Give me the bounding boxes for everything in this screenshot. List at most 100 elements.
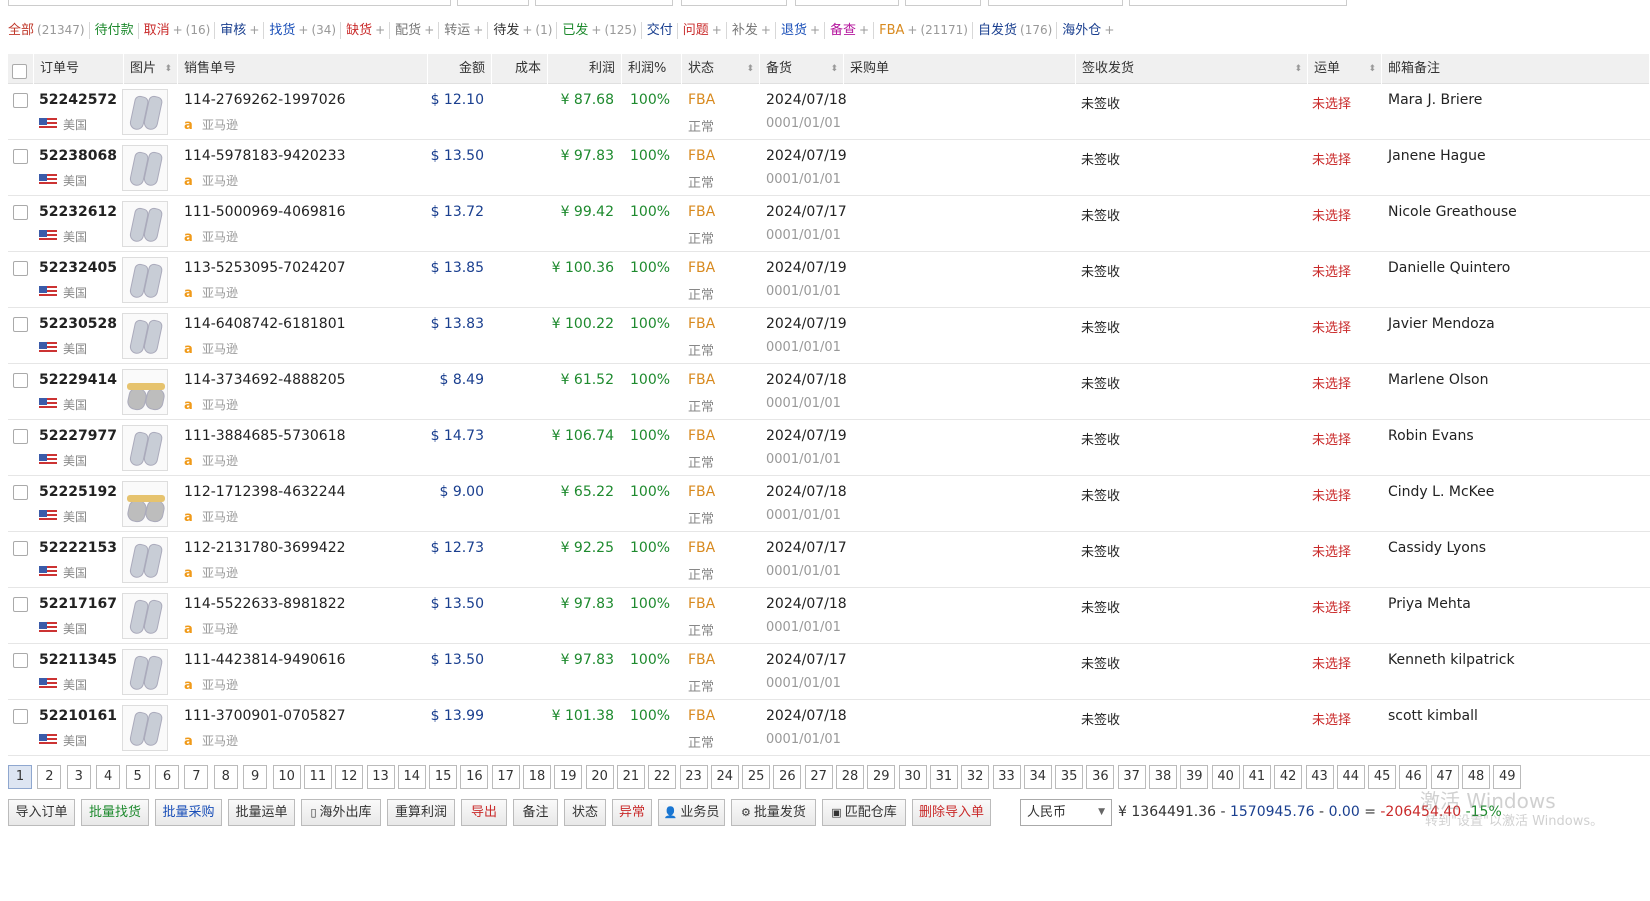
filter-tab[interactable]: 取消 + (16) (144, 22, 216, 39)
page-button[interactable]: 8 (213, 765, 238, 789)
filter-tab[interactable]: 问题 + (683, 22, 727, 39)
order-id[interactable]: 52210161 (39, 708, 117, 724)
table-row[interactable]: 52211345 美国 111-4423814-9490616 a 亚马逊 $ 13.50… (8, 644, 1650, 700)
row-checkbox[interactable] (13, 541, 28, 556)
waybill-select[interactable]: 未选择 (1312, 373, 1351, 392)
action-button[interactable]: 批量运单 (228, 799, 295, 826)
sale-number[interactable]: 112-1712398-4632244 (184, 484, 346, 500)
filter-tab[interactable]: 补发 + (732, 22, 776, 39)
filter-tab[interactable]: 自发货 (176) (978, 22, 1058, 39)
waybill-select[interactable]: 未选择 (1312, 149, 1351, 168)
action-button[interactable]: 异常 (612, 799, 652, 826)
table-row[interactable]: 52232405 美国 113-5253095-7024207 a 亚马逊 $ 13.85… (8, 252, 1650, 308)
page-button[interactable]: 10 (272, 765, 301, 789)
plus-icon[interactable]: + (712, 23, 722, 37)
filter-input-stub[interactable] (535, 0, 673, 6)
order-id[interactable]: 52232405 (39, 260, 117, 276)
order-id[interactable]: 52227977 (39, 428, 117, 444)
page-button[interactable]: 1 (8, 765, 32, 789)
table-row[interactable]: 52225192 美国 112-1712398-4632244 a 亚马逊 $ 9.00 ¥… (8, 476, 1650, 532)
page-button[interactable]: 24 (710, 765, 739, 789)
product-thumbnail[interactable] (122, 649, 168, 695)
action-button[interactable]: 备注 (513, 799, 558, 826)
col-sale-no[interactable]: 销售单号 (178, 54, 428, 84)
page-button[interactable]: 4 (96, 765, 121, 789)
col-order-id[interactable]: 订单号 (34, 54, 124, 84)
page-button[interactable]: 36 (1086, 765, 1115, 789)
waybill-select[interactable]: 未选择 (1312, 93, 1351, 112)
row-checkbox[interactable] (13, 261, 28, 276)
product-thumbnail[interactable] (122, 425, 168, 471)
page-button[interactable]: 45 (1368, 765, 1397, 789)
filter-tab[interactable]: FBA + (21171) (879, 22, 973, 39)
sale-number[interactable]: 114-6408742-6181801 (184, 316, 346, 332)
plus-icon[interactable]: + (173, 23, 183, 37)
waybill-select[interactable]: 未选择 (1312, 709, 1351, 728)
product-thumbnail[interactable] (122, 89, 168, 135)
sale-number[interactable]: 111-3884685-5730618 (184, 428, 346, 444)
action-button[interactable]: 👤 业务员 (658, 799, 725, 826)
page-button[interactable]: 23 (679, 765, 708, 789)
table-row[interactable]: 52227977 美国 111-3884685-5730618 a 亚马逊 $ 14.73… (8, 420, 1650, 476)
col-amount[interactable]: 金额 (428, 54, 492, 84)
action-button[interactable]: 导出 (461, 799, 507, 826)
action-button[interactable]: ⚙ 批量发货 (731, 799, 816, 826)
page-button[interactable]: 16 (460, 765, 489, 789)
page-button[interactable]: 35 (1055, 765, 1084, 789)
waybill-select[interactable]: 未选择 (1312, 597, 1351, 616)
table-row[interactable]: 52238068 美国 114-5978183-9420233 a 亚马逊 $ 13.50… (8, 140, 1650, 196)
col-sign-ship[interactable]: 签收发货 ⬍ (1076, 54, 1308, 84)
action-button[interactable]: 重算利润 (387, 799, 455, 826)
sale-number[interactable]: 114-5978183-9420233 (184, 148, 346, 164)
page-button[interactable]: 15 (429, 765, 458, 789)
col-status[interactable]: 状态 ⬍ (682, 54, 760, 84)
waybill-select[interactable]: 未选择 (1312, 429, 1351, 448)
filter-tab[interactable]: 审核 + (220, 22, 265, 39)
order-id[interactable]: 52217167 (39, 596, 117, 612)
sort-icon[interactable]: ⬍ (830, 54, 838, 84)
action-button[interactable]: 批量找货 (81, 799, 149, 826)
action-button[interactable]: 批量采购 (155, 799, 222, 826)
waybill-select[interactable]: 未选择 (1312, 485, 1351, 504)
action-button[interactable]: 删除导入单 (912, 799, 991, 826)
filter-tab[interactable]: 缺货 + (346, 22, 391, 39)
page-button[interactable]: 7 (184, 765, 209, 789)
order-id[interactable]: 52222153 (39, 540, 117, 556)
plus-icon[interactable]: + (298, 23, 308, 37)
sale-number[interactable]: 111-3700901-0705827 (184, 708, 346, 724)
col-waybill[interactable]: 运单 ⬍ (1308, 54, 1382, 84)
order-id[interactable]: 52242572 (39, 92, 117, 108)
product-thumbnail[interactable] (122, 481, 168, 527)
filter-input-stub[interactable] (988, 0, 1123, 6)
page-button[interactable]: 20 (585, 765, 614, 789)
col-profit[interactable]: 利润 (548, 54, 622, 84)
page-button[interactable]: 28 (836, 765, 864, 789)
page-button[interactable]: 18 (523, 765, 551, 789)
page-button[interactable]: 14 (397, 765, 426, 789)
col-image[interactable]: 图片 ⬍ (124, 54, 178, 84)
page-button[interactable]: 43 (1305, 765, 1334, 789)
filter-input-stub[interactable] (1129, 0, 1347, 6)
filter-tab[interactable]: 退货 + (781, 22, 826, 39)
waybill-select[interactable]: 未选择 (1312, 541, 1351, 560)
page-button[interactable]: 39 (1180, 765, 1209, 789)
filter-tab[interactable]: 全部 (21347) (8, 22, 90, 39)
sale-number[interactable]: 111-4423814-9490616 (184, 652, 346, 668)
order-id[interactable]: 52238068 (39, 148, 117, 164)
row-checkbox[interactable] (13, 93, 28, 108)
product-thumbnail[interactable] (122, 705, 168, 751)
filter-tab[interactable]: 已发 + (125) (562, 22, 642, 39)
page-button[interactable]: 19 (554, 765, 583, 789)
product-thumbnail[interactable] (122, 369, 168, 415)
filter-tab[interactable]: 转运 + (444, 22, 489, 39)
plus-icon[interactable]: + (907, 23, 917, 37)
row-checkbox[interactable] (13, 317, 28, 332)
product-thumbnail[interactable] (122, 145, 168, 191)
page-button[interactable]: 6 (155, 765, 179, 789)
plus-icon[interactable]: + (761, 23, 771, 37)
waybill-select[interactable]: 未选择 (1312, 653, 1351, 672)
plus-icon[interactable]: + (522, 23, 532, 37)
filter-input-stub[interactable] (795, 0, 899, 6)
row-checkbox[interactable] (13, 149, 28, 164)
order-id[interactable]: 52229414 (39, 372, 117, 388)
